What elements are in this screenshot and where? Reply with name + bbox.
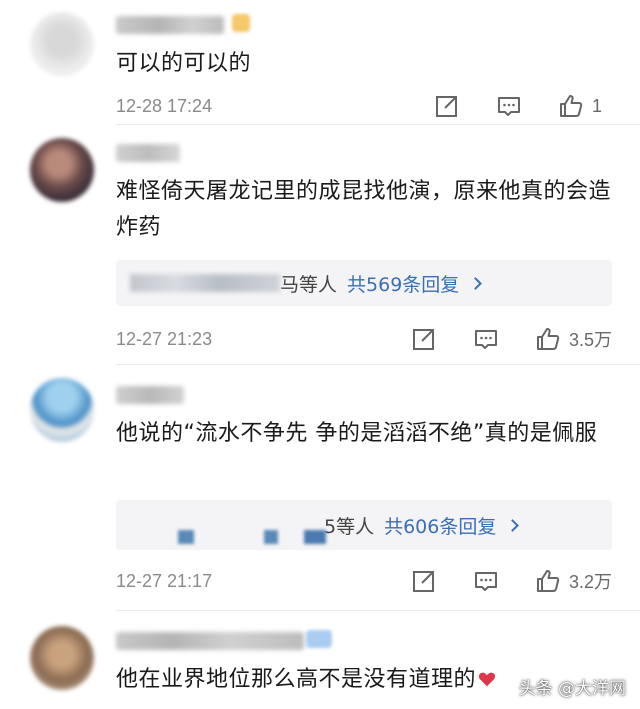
- comment-meta: 12-28 17:24 1: [116, 91, 612, 121]
- reply-usernames: [130, 274, 280, 292]
- share-icon[interactable]: [411, 568, 437, 594]
- thumbs-up-icon[interactable]: [558, 93, 584, 119]
- username[interactable]: [116, 144, 180, 162]
- comment-time: 12-28 17:24: [116, 95, 213, 116]
- comment-time: 12-27 21:17: [116, 570, 213, 591]
- watermark: 头条 @大洋网: [518, 679, 626, 699]
- comment-time: 12-27 21:23: [116, 328, 213, 349]
- comment-text: 难怪倚天屠龙记里的成昆找他演，原来他真的会造炸药: [116, 179, 612, 240]
- comment-item: 难怪倚天屠龙记里的成昆找他演，原来他真的会造炸药 马等人 共569条回复 12-…: [0, 124, 640, 364]
- comment-text: 他说的“流水不争先 争的是滔滔不绝”真的是佩服: [116, 421, 598, 446]
- avatar[interactable]: [30, 378, 94, 442]
- reply-names-suffix: 马等人: [280, 273, 338, 296]
- chevron-right-icon: [506, 518, 520, 532]
- share-icon[interactable]: [411, 326, 437, 352]
- username[interactable]: [116, 632, 304, 650]
- reply-usernames: [116, 500, 326, 550]
- vip-badge-icon: [306, 630, 332, 648]
- heart-icon: [478, 672, 496, 687]
- chevron-right-icon: [469, 276, 483, 290]
- comment-actions: 3.2万: [411, 566, 612, 596]
- comment-icon[interactable]: [473, 568, 499, 594]
- like-count: 3.2万: [568, 572, 612, 592]
- avatar[interactable]: [30, 12, 94, 76]
- comment-icon[interactable]: [473, 326, 499, 352]
- comment-meta: 12-27 21:23 3.5万: [116, 324, 612, 354]
- comment-actions: 3.5万: [411, 324, 612, 354]
- view-replies-link[interactable]: 共606条回复: [384, 512, 520, 539]
- comment-icon[interactable]: [496, 93, 522, 119]
- thumbs-up-icon[interactable]: [535, 326, 561, 352]
- reply-names-suffix: 5等人: [324, 515, 375, 538]
- comment-item: 可以的可以的 12-28 17:24 1: [0, 0, 640, 124]
- comment-actions: 1: [434, 91, 612, 121]
- avatar[interactable]: [30, 138, 94, 202]
- comment-text: 可以的可以的: [116, 51, 252, 76]
- share-icon[interactable]: [434, 93, 460, 119]
- avatar[interactable]: [30, 626, 94, 690]
- reply-count-label: 共569条回复: [347, 273, 460, 296]
- reply-count-label: 共606条回复: [384, 515, 497, 538]
- comment-text-content: 他在业界地位那么高不是没有道理的: [116, 667, 477, 692]
- like-count: 3.5万: [568, 330, 612, 350]
- vip-badge-icon: [232, 14, 250, 32]
- view-replies-link[interactable]: 共569条回复: [347, 270, 483, 297]
- comment-meta: 12-27 21:17 3.2万: [116, 566, 612, 596]
- username[interactable]: [116, 386, 184, 404]
- replies-preview[interactable]: 马等人 共569条回复: [116, 260, 612, 306]
- like-count: 1: [592, 95, 603, 116]
- thumbs-up-icon[interactable]: [535, 568, 561, 594]
- comment-item: 他说的“流水不争先 争的是滔滔不绝”真的是佩服 5等人 共606条回复 12-2…: [0, 364, 640, 610]
- replies-preview[interactable]: 5等人 共606条回复: [116, 500, 612, 550]
- username[interactable]: [116, 16, 224, 34]
